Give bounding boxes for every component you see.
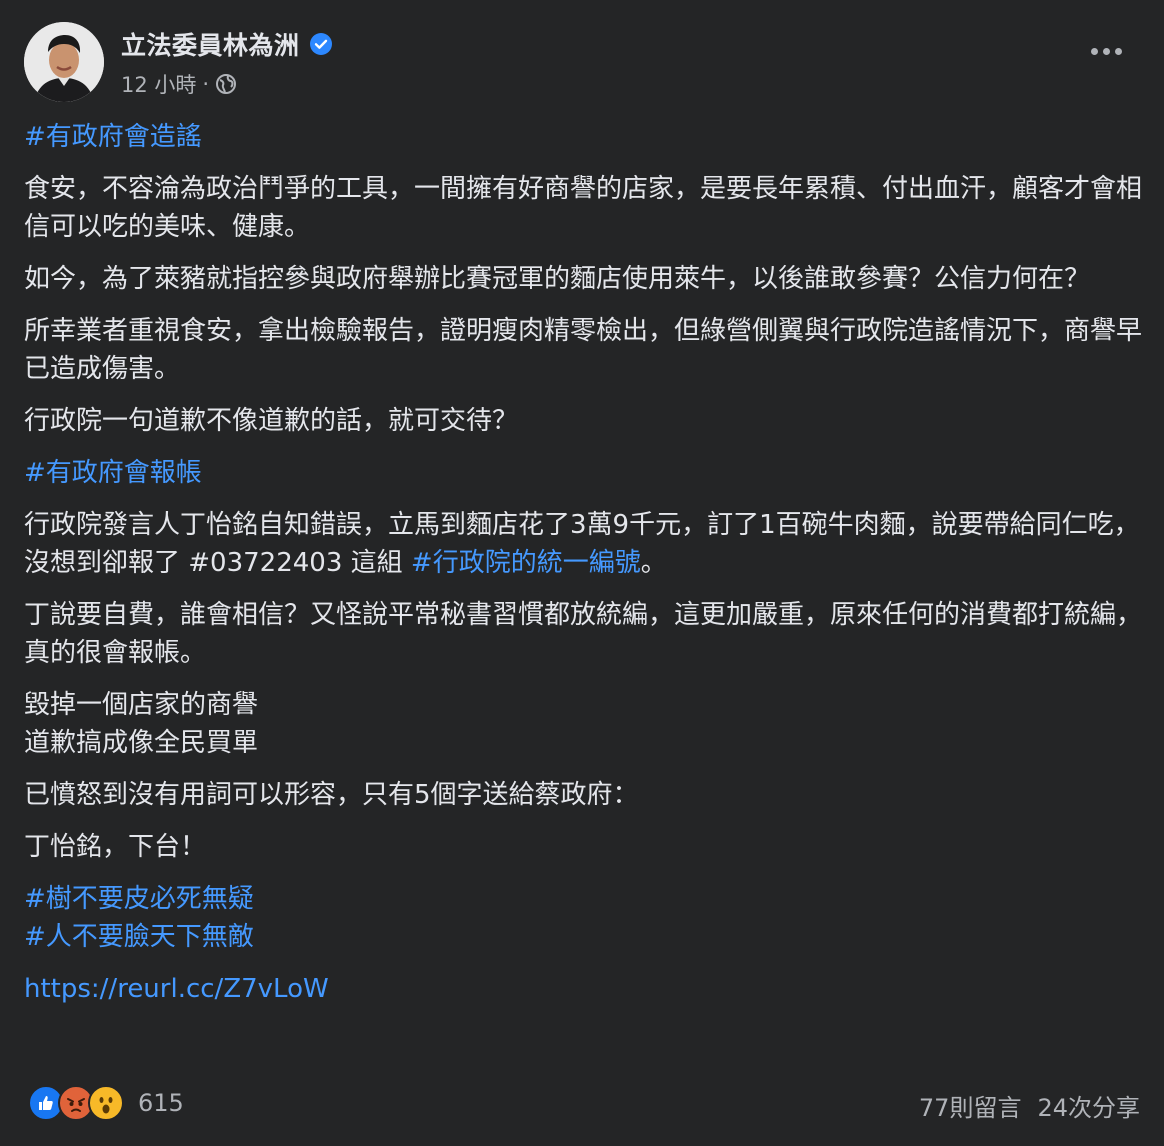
paragraph-9: 丁怡銘，下台！ [24, 832, 207, 862]
hashtag-link[interactable]: #行政院的統一編號 [411, 548, 641, 578]
post-body: #有政府會造謠 食安，不容淪為政治鬥爭的工具，一間擁有好商譽的店家，是要長年累積… [24, 118, 1142, 1008]
paragraph-8: 已憤怒到沒有用詞可以形容，只有5個字送給蔡政府： [24, 780, 639, 810]
reactions-summary[interactable]: 615 [28, 1085, 184, 1121]
author-line: 立法委員林為洲 [121, 26, 333, 62]
paragraph-5-end: 。 [640, 548, 667, 578]
author-name[interactable]: 立法委員林為洲 [121, 26, 300, 62]
post-footer: 615 77則留言 24次分享 [28, 1082, 1140, 1126]
hashtag-link[interactable]: #人不要臉天下無敵 [24, 922, 254, 952]
paragraph-5: 行政院發言人丁怡銘自知錯誤，立馬到麵店花了3萬9千元，訂了1百碗牛肉麵，說要帶給… [24, 506, 1142, 582]
post-timestamp[interactable]: 12 小時 [121, 69, 196, 99]
meta-separator: · [202, 72, 210, 96]
wow-reaction-icon [88, 1085, 124, 1121]
post-header: 立法委員林為洲 12 小時 · [24, 22, 1140, 104]
more-dot [1115, 48, 1122, 55]
paragraph-3: 所幸業者重視食安，拿出檢驗報告，證明瘦肉精零檢出，但綠營側翼與行政院造謠情況下，… [24, 316, 1143, 384]
shortened-url-link[interactable]: https://reurl.cc/Z7vLoW [24, 974, 329, 1004]
author-avatar[interactable] [24, 22, 104, 102]
paragraph-2: 如今，為了萊豬就指控參與政府舉辦比賽冠軍的麵店使用萊牛，以後誰敢參賽？公信力何在… [24, 264, 1091, 294]
more-dot [1103, 48, 1110, 55]
public-globe-icon[interactable] [215, 73, 237, 95]
more-dot [1091, 48, 1098, 55]
shares-count-link[interactable]: 24次分享 [1037, 1088, 1140, 1123]
paragraph-4: 行政院一句道歉不像道歉的話，就可交待？ [24, 406, 519, 436]
paragraph-6: 丁說要自費，誰會相信？又怪說平常秘書習慣都放統編，這更加嚴重，原來任何的消費都打… [24, 600, 1143, 668]
paragraph-7-line-1: 毀掉一個店家的商譽 [24, 690, 259, 720]
verified-badge-icon [309, 33, 332, 55]
comments-count-link[interactable]: 77則留言 [919, 1088, 1022, 1123]
hashtag-link[interactable]: #樹不要皮必死無疑 [24, 884, 254, 914]
hashtag-link[interactable]: #有政府會報帳 [24, 458, 202, 488]
paragraph-1: 食安，不容淪為政治鬥爭的工具，一間擁有好商譽的店家，是要長年累積、付出血汗，顧客… [24, 174, 1143, 242]
reaction-count: 615 [138, 1089, 184, 1117]
hashtag-link[interactable]: #有政府會造謠 [24, 122, 202, 152]
engagement-stats: 77則留言 24次分享 [919, 1088, 1140, 1123]
paragraph-7-line-2: 道歉搞成像全民買單 [24, 728, 259, 758]
post-meta: 12 小時 · [121, 69, 237, 99]
more-options-icon[interactable] [1091, 48, 1122, 55]
avatar-image [24, 22, 104, 102]
